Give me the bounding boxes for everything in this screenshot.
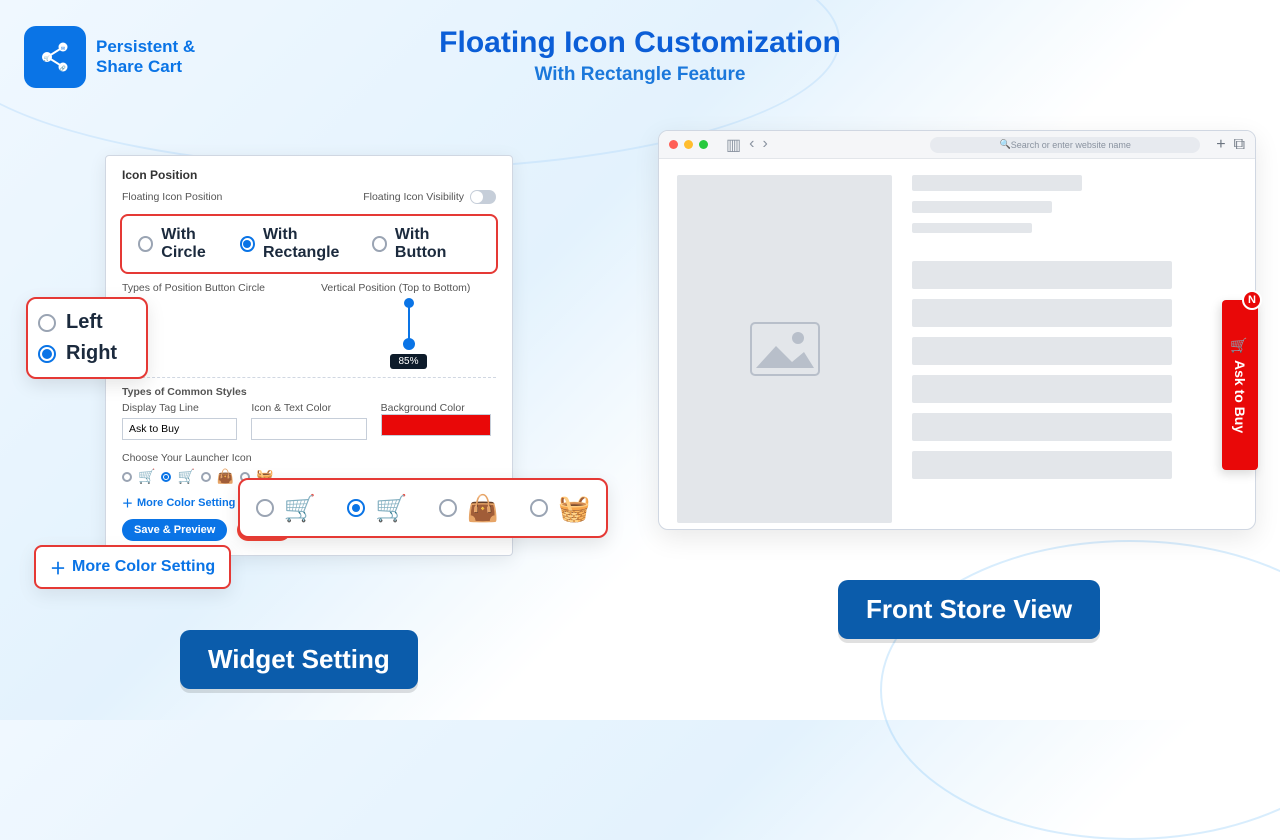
bag-icon: 👜	[217, 468, 234, 485]
types-position-label: Types of Position Button Circle	[122, 282, 297, 294]
front-store-badge: Front Store View	[838, 580, 1100, 639]
brand-line1: Persistent &	[96, 37, 195, 57]
brand-line2: Share Cart	[96, 57, 195, 77]
plus-icon: ＋	[50, 555, 66, 579]
shape-option-rectangle[interactable]: With Rectangle	[240, 226, 372, 262]
launcher-radio-0[interactable]	[122, 472, 132, 482]
page-subtitle: With Rectangle Feature	[439, 64, 841, 86]
new-tab-button[interactable]: +	[1216, 136, 1225, 154]
floating-position-label: Floating Icon Position	[122, 191, 222, 203]
notification-badge: N	[1242, 290, 1262, 310]
forward-icon[interactable]: ›	[762, 135, 767, 155]
brand-block: ✉ 🔗 🛒 Persistent & Share Cart	[24, 26, 195, 88]
launcher-big-1[interactable]: 🛒	[347, 493, 407, 524]
browser-chrome: ▥ ‹ › 🔍 Search or enter website name + ⧉	[659, 131, 1255, 159]
launcher-radio-2[interactable]	[201, 472, 211, 482]
svg-text:🔗: 🔗	[60, 65, 67, 72]
launcher-callout: 🛒 🛒 👜 🧺	[238, 478, 608, 538]
bag-icon: 👜	[467, 493, 499, 524]
common-styles-label: Types of Common Styles	[122, 386, 496, 398]
cart-icon: 🛒	[1232, 337, 1248, 354]
section-icon-position: Icon Position	[122, 168, 496, 182]
tabs-overview-icon[interactable]: ⧉	[1234, 136, 1245, 154]
position-left[interactable]: Left	[38, 307, 136, 338]
launcher-label: Choose Your Launcher Icon	[122, 452, 496, 464]
svg-text:🛒: 🛒	[44, 55, 50, 62]
brand-logo-icon: ✉ 🔗 🛒	[24, 26, 86, 88]
svg-text:✉: ✉	[61, 46, 65, 52]
ask-to-buy-launcher[interactable]: N 🛒 Ask to Buy	[1222, 300, 1258, 470]
ask-to-buy-label: Ask to Buy	[1232, 360, 1248, 433]
tagline-label: Display Tag Line	[122, 402, 237, 414]
tagline-input[interactable]	[122, 418, 237, 440]
window-minimize-icon[interactable]	[684, 140, 693, 149]
vertical-value: 85%	[390, 354, 426, 369]
position-callout: Left Right	[26, 297, 148, 379]
vertical-slider[interactable]: 85%	[321, 294, 496, 369]
bgcolor-label: Background Color	[381, 402, 496, 414]
window-close-icon[interactable]	[669, 140, 678, 149]
visibility-toggle[interactable]	[470, 190, 496, 204]
sidebar-toggle-icon[interactable]: ▥	[726, 135, 741, 155]
widget-setting-badge: Widget Setting	[180, 630, 418, 689]
shape-option-button[interactable]: With Button	[372, 226, 480, 262]
launcher-big-0[interactable]: 🛒	[256, 493, 316, 524]
cart-icon: 🛒	[177, 468, 194, 485]
shape-picker: With Circle With Rectangle With Button	[120, 214, 498, 274]
launcher-radio-1[interactable]	[161, 472, 171, 482]
page-title-block: Floating Icon Customization With Rectang…	[439, 26, 841, 86]
launcher-big-3[interactable]: 🧺	[530, 493, 590, 524]
page-title: Floating Icon Customization	[439, 26, 841, 60]
vertical-position-label: Vertical Position (Top to Bottom)	[321, 282, 496, 294]
product-image-placeholder	[677, 175, 892, 523]
shape-option-circle[interactable]: With Circle	[138, 226, 240, 262]
save-preview-button[interactable]: Save & Preview	[122, 519, 227, 541]
floating-visibility-label: Floating Icon Visibility	[363, 191, 464, 203]
position-right[interactable]: Right	[38, 338, 136, 369]
window-zoom-icon[interactable]	[699, 140, 708, 149]
plus-icon: ＋	[122, 495, 133, 511]
cart-plus-icon: 🛒	[138, 468, 155, 485]
browser-mock: ▥ ‹ › 🔍 Search or enter website name + ⧉	[658, 130, 1256, 530]
more-color-callout[interactable]: ＋ More Color Setting	[34, 545, 231, 589]
bgcolor-swatch[interactable]	[381, 414, 491, 436]
url-bar[interactable]: 🔍 Search or enter website name	[930, 137, 1200, 153]
cart-icon: 🛒	[375, 493, 407, 524]
textcolor-label: Icon & Text Color	[251, 402, 366, 414]
basket-icon: 🧺	[558, 493, 590, 524]
content-lines	[912, 175, 1237, 513]
back-icon[interactable]: ‹	[749, 135, 754, 155]
launcher-big-2[interactable]: 👜	[439, 493, 499, 524]
textcolor-input[interactable]	[251, 418, 366, 440]
cart-plus-icon: 🛒	[284, 493, 316, 524]
